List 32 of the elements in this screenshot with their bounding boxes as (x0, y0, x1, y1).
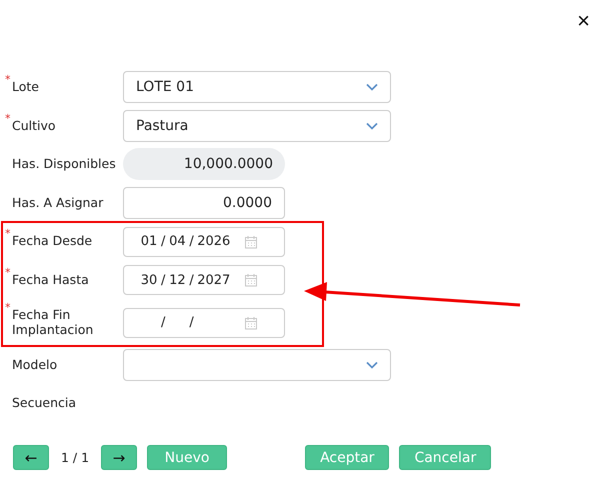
readonly-field: 10,000.0000 (123, 148, 285, 180)
select-field[interactable]: Pastura (123, 110, 391, 142)
required-mark: * (5, 74, 10, 86)
previous-button[interactable]: ← (13, 445, 49, 470)
field-label: Fecha Fin Implantacion (12, 308, 94, 337)
field-label: Fecha Hasta (12, 273, 90, 288)
select-field[interactable] (123, 348, 391, 381)
required-mark: * (5, 228, 10, 240)
calendar-icon (244, 316, 258, 330)
calendar-icon (244, 234, 258, 249)
select-field[interactable]: LOTE 01 (123, 71, 391, 104)
field-label: Modelo (12, 358, 58, 372)
field-label: Has. A Asignar (12, 196, 104, 210)
date-field[interactable]: 30 / 12 / 2027 (123, 265, 285, 296)
number-field[interactable]: 0.0000 (123, 187, 285, 220)
date-field[interactable]: / / (123, 308, 285, 338)
page-indicator: 1 / 1 (61, 450, 90, 465)
field-label: Lote (12, 80, 40, 94)
calendar-icon (244, 273, 258, 288)
field-label: Has. Disponibles (12, 157, 116, 172)
field-label: Secuencia (12, 396, 78, 411)
field-label: Fecha Desde (12, 234, 94, 249)
required-mark: * (5, 302, 10, 314)
field-label: Cultivo (12, 118, 57, 134)
chevron-down-icon (366, 360, 378, 369)
chevron-down-icon (366, 122, 378, 130)
next-button[interactable]: → (101, 445, 138, 470)
chevron-down-icon (366, 83, 378, 92)
required-mark: * (5, 267, 10, 278)
date-field[interactable]: 01 / 04 / 2026 (123, 226, 285, 257)
close-button[interactable]: × (573, 10, 594, 32)
required-mark: * (5, 112, 10, 124)
